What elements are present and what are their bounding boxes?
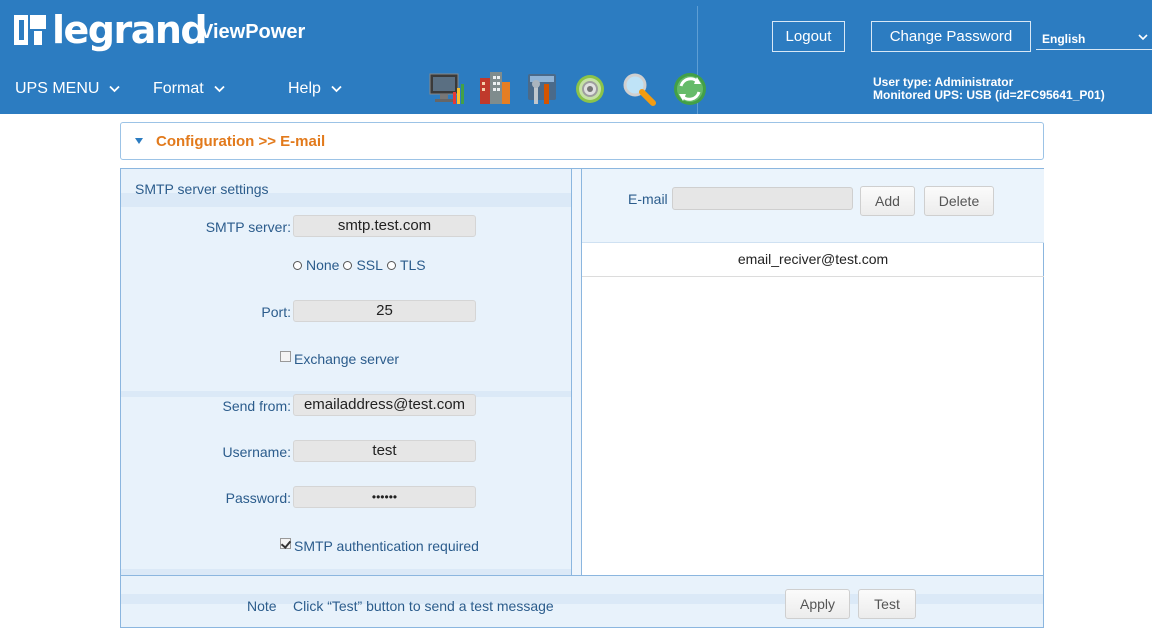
chevron-down-icon <box>331 85 342 93</box>
note-label: Note <box>247 598 277 614</box>
user-info: User type: Administrator Monitored UPS: … <box>873 76 1105 102</box>
section-title: SMTP server settings <box>135 181 269 197</box>
monitor-chart-icon[interactable] <box>426 68 466 108</box>
chevron-down-icon <box>109 85 121 93</box>
change-password-button[interactable]: Change Password <box>871 21 1031 52</box>
radio-button[interactable] <box>293 260 302 270</box>
monitored-ups: Monitored UPS: USB (id=2FC95641_P01) <box>873 88 1105 102</box>
password-label: Password: <box>225 490 291 506</box>
email-input[interactable] <box>672 187 853 210</box>
recipients-pane: E-mail Add Delete email_reciver@test.com <box>581 169 1044 575</box>
viewpower-window: legrand ViewPower Logout Change Password… <box>0 0 1152 628</box>
email-label: E-mail <box>628 191 668 207</box>
logout-button[interactable]: Logout <box>772 21 845 52</box>
smtp-server-input[interactable]: smtp.test.com <box>293 215 476 237</box>
radio-none[interactable]: None <box>293 257 339 273</box>
note-text: Click “Test” button to send a test messa… <box>293 598 554 614</box>
checkbox[interactable] <box>280 350 291 362</box>
radio-ssl[interactable]: SSL <box>343 257 383 273</box>
menu-ups-menu[interactable]: UPS MENU <box>15 80 121 98</box>
recipient-list-item[interactable]: email_reciver@test.com <box>582 243 1044 277</box>
breadcrumb: Configuration >> E-mail <box>120 122 1044 160</box>
footer-bar: Note Click “Test” button to send a test … <box>121 575 1043 627</box>
menu-label: Help <box>288 80 321 97</box>
pane-divider <box>571 169 572 575</box>
checkbox-label: SMTP authentication required <box>294 538 479 554</box>
radio-label: SSL <box>356 257 383 273</box>
port-label: Port: <box>261 304 291 320</box>
radio-tls[interactable]: TLS <box>386 257 426 273</box>
tools-icon[interactable] <box>522 68 562 108</box>
password-input[interactable]: •••••• <box>293 486 476 508</box>
brand-logo: legrand <box>12 8 208 52</box>
language-value: English <box>1042 32 1086 46</box>
email-config-panel: SMTP server settings SMTP server: smtp.t… <box>120 168 1044 628</box>
test-button[interactable]: Test <box>858 589 916 619</box>
smtp-settings-pane: SMTP server settings SMTP server: smtp.t… <box>121 169 571 575</box>
radio-button[interactable] <box>343 260 353 270</box>
checkbox-label: Exchange server <box>294 351 400 367</box>
legrand-logo-icon <box>12 12 48 48</box>
apply-button[interactable]: Apply <box>785 589 850 619</box>
security-options: None SSL TLS <box>293 257 430 273</box>
port-input[interactable]: 25 <box>293 300 476 322</box>
menu-label: UPS MENU <box>15 80 100 97</box>
add-button[interactable]: Add <box>860 186 915 216</box>
building-icon[interactable] <box>474 68 514 108</box>
recipient-entry-bar: E-mail Add Delete <box>582 169 1044 243</box>
menu-format[interactable]: Format <box>153 80 225 98</box>
chevron-down-icon <box>214 85 225 93</box>
page-title: Configuration >> E-mail <box>156 132 326 150</box>
caret-down-icon[interactable] <box>135 138 143 144</box>
gear-icon[interactable] <box>570 68 610 108</box>
smtp-server-label: SMTP server: <box>205 219 291 235</box>
logo-wordmark: legrand <box>52 8 208 52</box>
product-name: ViewPower <box>200 21 306 43</box>
checkbox[interactable] <box>280 537 291 549</box>
radio-label: None <box>306 257 340 273</box>
refresh-icon[interactable] <box>670 68 710 108</box>
radio-button[interactable] <box>386 260 396 270</box>
menu-help[interactable]: Help <box>288 80 342 98</box>
smtp-auth-checkbox[interactable]: SMTP authentication required <box>280 537 479 554</box>
send-from-label: Send from: <box>222 398 291 414</box>
send-from-input[interactable]: emailaddress@test.com <box>293 394 476 416</box>
delete-button[interactable]: Delete <box>924 186 994 216</box>
language-select[interactable]: English <box>1036 24 1152 50</box>
username-label: Username: <box>222 444 291 460</box>
chevron-down-icon <box>1138 34 1148 41</box>
header-bar: legrand ViewPower Logout Change Password… <box>0 0 1152 114</box>
magnifier-icon[interactable] <box>618 68 658 108</box>
radio-label: TLS <box>399 257 426 273</box>
menu-label: Format <box>153 80 204 97</box>
username-input[interactable]: test <box>293 440 476 462</box>
exchange-server-checkbox[interactable]: Exchange server <box>280 350 400 367</box>
